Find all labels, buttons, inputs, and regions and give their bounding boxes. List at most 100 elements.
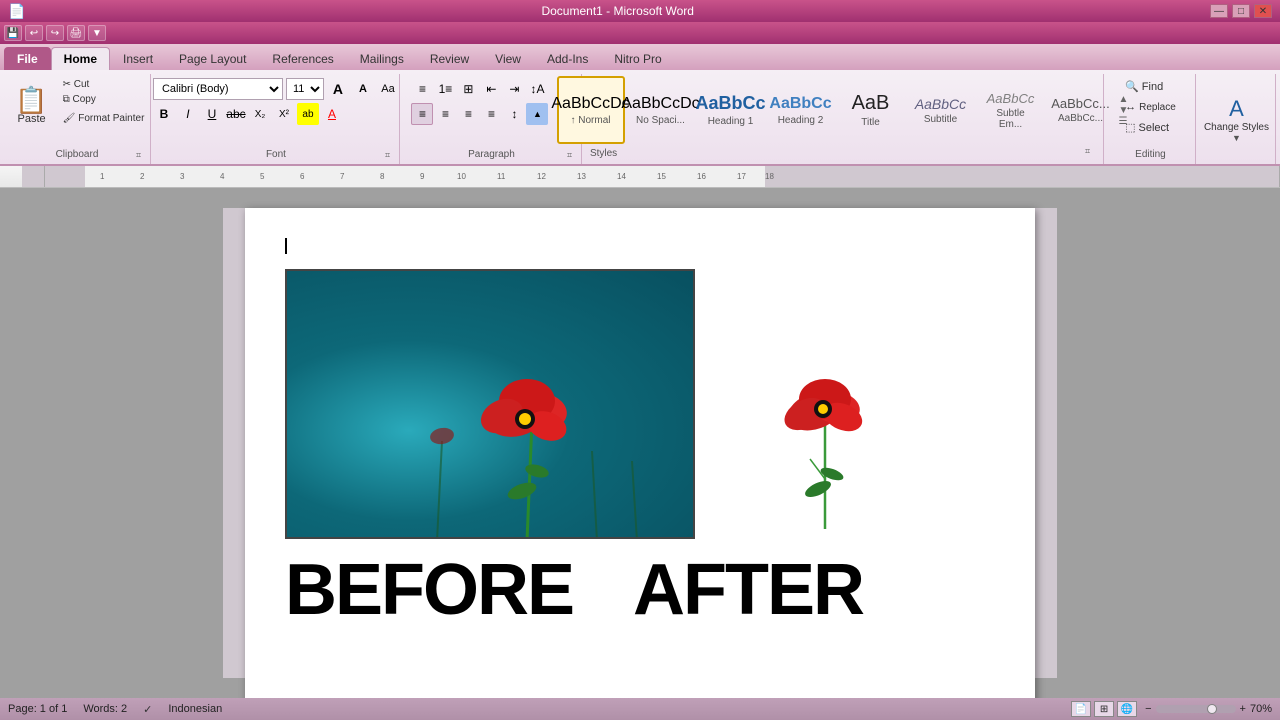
view-buttons: 📄 ⊞ 🌐 <box>1071 701 1137 717</box>
font-color-btn[interactable]: A <box>321 103 343 125</box>
minimize-btn[interactable]: — <box>1210 4 1228 18</box>
tab-addins[interactable]: Add-Ins <box>534 47 601 70</box>
paste-button[interactable]: 📋 Paste <box>7 74 57 138</box>
window-controls-left: 📄 <box>8 3 25 20</box>
print-view-btn[interactable]: 📄 <box>1071 701 1091 717</box>
svg-text:1: 1 <box>100 172 105 181</box>
copy-button[interactable]: ⧉ Copy <box>60 93 148 106</box>
before-image <box>285 269 695 539</box>
tab-mailings[interactable]: Mailings <box>347 47 417 70</box>
justify-btn[interactable]: ≡ <box>480 103 502 125</box>
style-no-spacing[interactable]: AaBbCcDc No Spaci... <box>627 76 695 144</box>
subscript-btn[interactable]: X₂ <box>249 103 271 125</box>
line-spacing-btn[interactable]: ↕ <box>503 103 525 125</box>
cut-button[interactable]: ✂ Cut <box>60 78 148 91</box>
web-view-btn[interactable]: 🌐 <box>1117 701 1137 717</box>
find-button[interactable]: 🔍 Find <box>1121 78 1180 95</box>
superscript-btn[interactable]: X² <box>273 103 295 125</box>
print-quick-btn[interactable]: 🖨 <box>67 25 85 41</box>
window-controls-right[interactable]: — □ ✕ <box>1210 4 1272 18</box>
align-right-btn[interactable]: ≡ <box>457 103 479 125</box>
style-title[interactable]: AaB Title <box>837 76 905 144</box>
svg-text:10: 10 <box>457 172 466 181</box>
numbering-btn[interactable]: 1≡ <box>434 78 456 100</box>
align-left-btn[interactable]: ≡ <box>411 103 433 125</box>
zoom-in-btn[interactable]: + <box>1240 703 1246 715</box>
zoom-out-btn[interactable]: − <box>1145 703 1151 715</box>
undo-quick-btn[interactable]: ↩ <box>25 25 43 41</box>
svg-text:4: 4 <box>220 172 225 181</box>
clear-format-btn[interactable]: Aa <box>377 78 399 100</box>
change-styles-label: Change Styles <box>1204 122 1269 133</box>
underline-btn[interactable]: U <box>201 103 223 125</box>
vertical-ruler-right <box>1035 208 1057 678</box>
vertical-ruler <box>223 208 245 678</box>
strikethrough-btn[interactable]: abc <box>225 103 247 125</box>
italic-btn[interactable]: I <box>177 103 199 125</box>
font-expand-btn[interactable]: ⌗ <box>385 150 397 162</box>
tab-review[interactable]: Review <box>417 47 482 70</box>
editing-group-label: Editing <box>1135 147 1166 160</box>
svg-text:16: 16 <box>697 172 706 181</box>
style-normal[interactable]: AaBbCcDc ↑ Normal <box>557 76 625 144</box>
replace-button[interactable]: ↔ Replace <box>1121 99 1180 115</box>
fullscreen-view-btn[interactable]: ⊞ <box>1094 701 1114 717</box>
style-subtle-em[interactable]: AaBbCc Subtle Em... <box>977 76 1045 144</box>
tab-view[interactable]: View <box>482 47 534 70</box>
tab-nitropro[interactable]: Nitro Pro <box>601 47 674 70</box>
page-info: Page: 1 of 1 <box>8 703 67 715</box>
text-highlight-btn[interactable]: ab <box>297 103 319 125</box>
maximize-btn[interactable]: □ <box>1232 4 1250 18</box>
zoom-bar: − + 70% <box>1145 703 1272 715</box>
qa-dropdown-btn[interactable]: ▼ <box>88 25 106 41</box>
paste-label: Paste <box>17 113 45 125</box>
svg-text:12: 12 <box>537 172 546 181</box>
style-no-spacing-label: No Spaci... <box>636 115 685 126</box>
tab-insert[interactable]: Insert <box>110 47 166 70</box>
zoom-thumb[interactable] <box>1207 704 1217 714</box>
ruler-svg: 1 2 3 4 5 6 7 8 9 10 11 12 13 14 15 16 1… <box>45 166 1279 187</box>
font-grow-btn[interactable]: A <box>327 78 349 100</box>
format-painter-button[interactable]: 🖌 Format Painter <box>60 112 148 125</box>
styles-expand-btn[interactable]: ⌗ <box>1085 146 1097 158</box>
bold-btn[interactable]: B <box>153 103 175 125</box>
tab-file[interactable]: File <box>4 47 51 70</box>
document-area[interactable]: BEFORE AFTER <box>0 188 1280 698</box>
style-more[interactable]: AaBbCc... AaBbCc... <box>1047 76 1115 144</box>
font-name-select[interactable]: Calibri (Body) <box>153 78 283 100</box>
increase-indent-btn[interactable]: ⇥ <box>503 78 525 100</box>
svg-text:6: 6 <box>300 172 305 181</box>
decrease-indent-btn[interactable]: ⇤ <box>480 78 502 100</box>
clipboard-expand-btn[interactable]: ⌗ <box>136 150 148 162</box>
document-page[interactable]: BEFORE AFTER <box>245 208 1035 698</box>
tab-home[interactable]: Home <box>51 47 110 70</box>
select-button[interactable]: ⬚ Select <box>1121 119 1180 136</box>
change-styles-btn[interactable]: A Change Styles ▼ <box>1198 74 1276 164</box>
paragraph-expand-btn[interactable]: ⌗ <box>567 150 579 162</box>
zoom-slider[interactable] <box>1156 705 1236 713</box>
zoom-level: 70% <box>1250 703 1272 715</box>
bullets-btn[interactable]: ≡ <box>411 78 433 100</box>
close-btn[interactable]: ✕ <box>1254 4 1272 18</box>
font-size-select[interactable]: 11 <box>286 78 324 100</box>
shading-btn[interactable]: ▲ <box>526 103 548 125</box>
tab-references[interactable]: References <box>259 47 346 70</box>
change-styles-icon: A <box>1229 96 1244 122</box>
sort-btn[interactable]: ↕A <box>526 78 548 100</box>
svg-text:11: 11 <box>497 172 506 181</box>
doc-images-row <box>285 269 995 539</box>
font-shrink-btn[interactable]: A <box>352 78 374 100</box>
style-heading2[interactable]: AaBbCc Heading 2 <box>767 76 835 144</box>
style-heading1[interactable]: AaBbCc Heading 1 <box>697 76 765 144</box>
tab-page-layout[interactable]: Page Layout <box>166 47 259 70</box>
align-center-btn[interactable]: ≡ <box>434 103 456 125</box>
find-icon: 🔍 <box>1125 80 1139 93</box>
flower-scene-svg <box>287 271 693 537</box>
style-subtitle[interactable]: AaBbCc Subtitle <box>907 76 975 144</box>
before-after-row: BEFORE AFTER <box>285 549 995 631</box>
svg-text:18: 18 <box>765 172 774 181</box>
save-quick-btn[interactable]: 💾 <box>4 25 22 41</box>
redo-quick-btn[interactable]: ↪ <box>46 25 64 41</box>
language-label[interactable]: Indonesian <box>168 703 222 715</box>
multilevel-btn[interactable]: ⊞ <box>457 78 479 100</box>
